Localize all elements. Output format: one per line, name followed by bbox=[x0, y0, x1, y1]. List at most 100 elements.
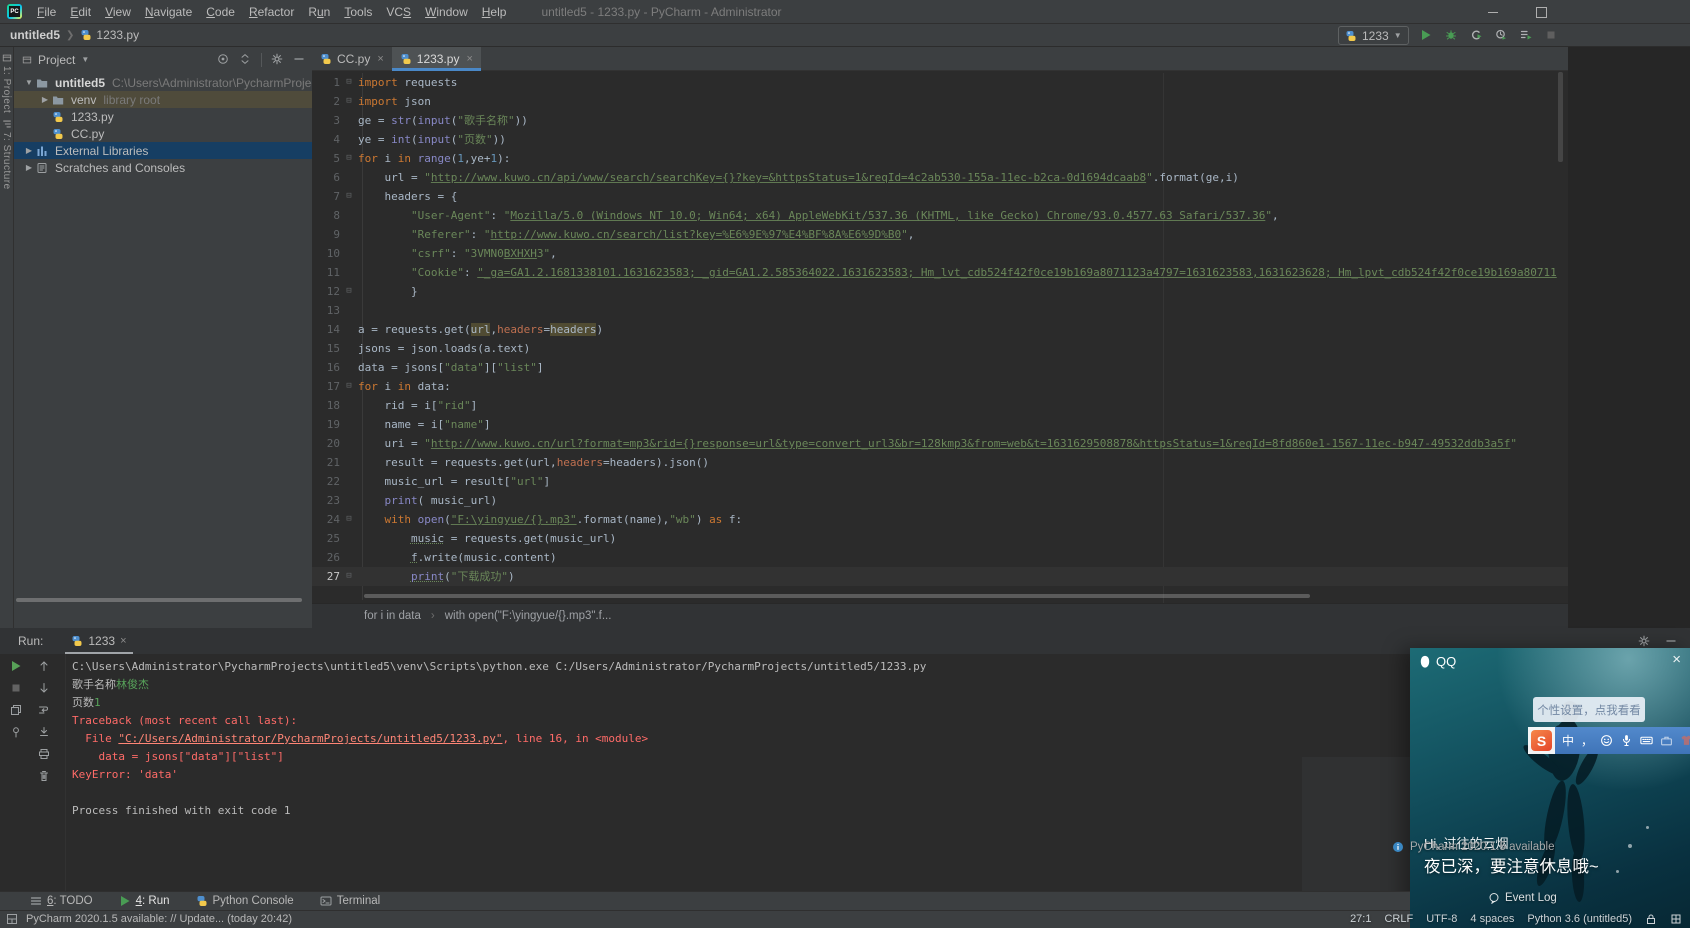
hide-icon[interactable] bbox=[1665, 635, 1678, 648]
debug-icon[interactable] bbox=[1445, 29, 1459, 43]
status-item-4-spaces[interactable]: 4 spaces bbox=[1470, 913, 1514, 925]
code-line[interactable]: 1 ⊟ import requests bbox=[312, 73, 1690, 92]
editor-tab-1233-py[interactable]: 1233.py × bbox=[391, 47, 482, 71]
code-line[interactable]: 4 ye = int(input("页数")) bbox=[312, 130, 1690, 149]
project-horizontal-scrollbar[interactable] bbox=[16, 598, 302, 602]
profiler-icon[interactable] bbox=[1495, 29, 1509, 43]
stop-icon[interactable] bbox=[10, 682, 23, 695]
line-number[interactable]: 11 bbox=[312, 263, 340, 282]
line-number[interactable]: 18 bbox=[312, 396, 340, 415]
editor-horizontal-scrollbar[interactable] bbox=[364, 594, 1310, 598]
code-line[interactable]: 9 "Referer": "http://www.kuwo.cn/search/… bbox=[312, 225, 1690, 244]
line-number[interactable]: 5 bbox=[312, 149, 340, 168]
pin-icon[interactable] bbox=[10, 726, 23, 739]
code-line[interactable]: 11 "Cookie": "_ga=GA1.2.1681338101.16316… bbox=[312, 263, 1690, 282]
status-item-python-3-6-untitled5-[interactable]: Python 3.6 (untitled5) bbox=[1527, 913, 1632, 925]
line-number[interactable]: 16 bbox=[312, 358, 340, 377]
line-number[interactable]: 22 bbox=[312, 472, 340, 491]
code-line[interactable]: 14 a = requests.get(url,headers=headers) bbox=[312, 320, 1690, 339]
line-number[interactable]: 1 bbox=[312, 73, 340, 92]
qq-close-icon[interactable]: × bbox=[1672, 651, 1681, 668]
tree-item-untitled5[interactable]: ▼ untitled5 C:\Users\Administrator\Pycharm… bbox=[14, 74, 312, 91]
update-notification[interactable]: PyCharm 2020.1.5 available bbox=[1392, 841, 1554, 853]
menu-help[interactable]: Help bbox=[475, 5, 514, 19]
chevron-expanded-icon[interactable]: ▼ bbox=[22, 78, 36, 87]
toolwindow-button-6-todo[interactable]: 6: TODO bbox=[30, 895, 93, 907]
run-tab-1233[interactable]: 1233 × bbox=[65, 628, 133, 654]
code-line[interactable]: 12 ⊟ } bbox=[312, 282, 1690, 301]
stop-icon[interactable] bbox=[1545, 29, 1559, 43]
line-number[interactable]: 8 bbox=[312, 206, 340, 225]
code-line[interactable]: 22 music_url = result["url"] bbox=[312, 472, 1690, 491]
toolwindow-button-4-run[interactable]: 4: Run bbox=[119, 895, 170, 907]
close-icon[interactable]: × bbox=[466, 53, 472, 65]
status-item-utf-8[interactable]: UTF-8 bbox=[1426, 913, 1457, 925]
code-line[interactable]: 15 jsons = json.loads(a.text) bbox=[312, 339, 1690, 358]
chevron-collapsed-icon[interactable]: ▶ bbox=[22, 146, 36, 155]
code-line[interactable]: 23 print( music_url) bbox=[312, 491, 1690, 510]
sidebar-item-1-project[interactable]: 1: Project bbox=[0, 53, 13, 113]
ime-mic-icon[interactable] bbox=[1620, 734, 1633, 747]
code-line[interactable]: 8 "User-Agent": "Mozilla/5.0 (Windows NT… bbox=[312, 206, 1690, 225]
fold-marker-icon[interactable]: ⊟ bbox=[340, 377, 358, 396]
indicator-icon[interactable] bbox=[1670, 913, 1682, 925]
project-panel-header[interactable]: Project ▼ bbox=[14, 47, 312, 72]
code-line[interactable]: 27 ⊟ print("下载成功") bbox=[312, 567, 1568, 586]
tree-item-1233-py[interactable]: 1233.py bbox=[14, 108, 312, 125]
code-line[interactable]: 24 ⊟ with open("F:\yingyue/{}.mp3".format… bbox=[312, 510, 1690, 529]
line-number[interactable]: 24 bbox=[312, 510, 340, 529]
chevron-collapsed-icon[interactable]: ▶ bbox=[22, 163, 36, 172]
fold-marker-icon[interactable]: ⊟ bbox=[340, 187, 358, 206]
code-line[interactable]: 5 ⊟ for i in range(1,ye+1): bbox=[312, 149, 1690, 168]
breadcrumb-item[interactable]: with open("F:\yingyue/{}.mp3".f... bbox=[445, 610, 612, 622]
ime-toolbox-icon[interactable] bbox=[1660, 734, 1673, 747]
line-number[interactable]: 4 bbox=[312, 130, 340, 149]
fold-marker-icon[interactable]: ⊟ bbox=[340, 510, 358, 529]
sogou-ime-bar[interactable]: S 中 ， bbox=[1528, 727, 1690, 754]
run-config-selector[interactable]: 1233 ▼ bbox=[1338, 26, 1409, 45]
editor-vertical-scrollbar[interactable] bbox=[1558, 72, 1563, 162]
line-number[interactable]: 6 bbox=[312, 168, 340, 187]
hide-icon[interactable] bbox=[293, 53, 306, 66]
menu-refactor[interactable]: Refactor bbox=[242, 5, 301, 19]
event-log-button[interactable]: Event Log bbox=[1488, 892, 1557, 904]
tree-item-cc-py[interactable]: CC.py bbox=[14, 125, 312, 142]
rerun-icon[interactable] bbox=[10, 660, 23, 673]
line-number[interactable]: 2 bbox=[312, 92, 340, 111]
menu-run[interactable]: Run bbox=[301, 5, 337, 19]
clear-icon[interactable] bbox=[38, 770, 51, 783]
menu-edit[interactable]: Edit bbox=[63, 5, 98, 19]
fold-marker-icon[interactable]: ⊟ bbox=[340, 567, 358, 586]
line-number[interactable]: 26 bbox=[312, 548, 340, 567]
close-icon[interactable]: × bbox=[377, 53, 383, 65]
breadcrumb-file[interactable]: 1233.py bbox=[80, 28, 139, 42]
coverage-icon[interactable] bbox=[1470, 29, 1484, 43]
maximize-button[interactable] bbox=[1526, 0, 1556, 24]
toolwindow-button-python-console[interactable]: Python Console bbox=[196, 895, 294, 907]
ime-punctuation-toggle[interactable]: ， bbox=[1581, 732, 1593, 749]
toolwindow-button-terminal[interactable]: Terminal bbox=[320, 895, 380, 907]
breadcrumb-project[interactable]: untitled5 bbox=[10, 28, 60, 42]
line-number[interactable]: 3 bbox=[312, 111, 340, 130]
ime-shirt-icon[interactable] bbox=[1680, 734, 1690, 747]
code-area[interactable]: 1 ⊟ import requests 2 ⊟ import json 3 ge = str(… bbox=[312, 73, 1690, 628]
line-number[interactable]: 19 bbox=[312, 415, 340, 434]
sidebar-item-7-structure[interactable]: 7: Structure bbox=[0, 119, 13, 190]
menu-code[interactable]: Code bbox=[199, 5, 242, 19]
code-line[interactable]: 16 data = jsons["data"]["list"] bbox=[312, 358, 1690, 377]
line-number[interactable]: 25 bbox=[312, 529, 340, 548]
code-line[interactable]: 19 name = i["name"] bbox=[312, 415, 1690, 434]
line-number[interactable]: 9 bbox=[312, 225, 340, 244]
minimize-button[interactable] bbox=[1478, 0, 1508, 24]
settings-icon[interactable] bbox=[271, 53, 284, 66]
line-number[interactable]: 7 bbox=[312, 187, 340, 206]
restore-layout-icon[interactable] bbox=[10, 704, 23, 717]
line-number[interactable]: 23 bbox=[312, 491, 340, 510]
code-line[interactable]: 10 "csrf": "3VMN0BXHXH3", bbox=[312, 244, 1690, 263]
code-line[interactable]: 26 f.write(music.content) bbox=[312, 548, 1690, 567]
ime-chinese-toggle[interactable]: 中 bbox=[1562, 732, 1574, 749]
tool-window-switcher-icon[interactable] bbox=[6, 913, 18, 925]
ime-keyboard-icon[interactable] bbox=[1640, 734, 1653, 747]
line-number[interactable]: 15 bbox=[312, 339, 340, 358]
status-item-crlf[interactable]: CRLF bbox=[1384, 913, 1413, 925]
